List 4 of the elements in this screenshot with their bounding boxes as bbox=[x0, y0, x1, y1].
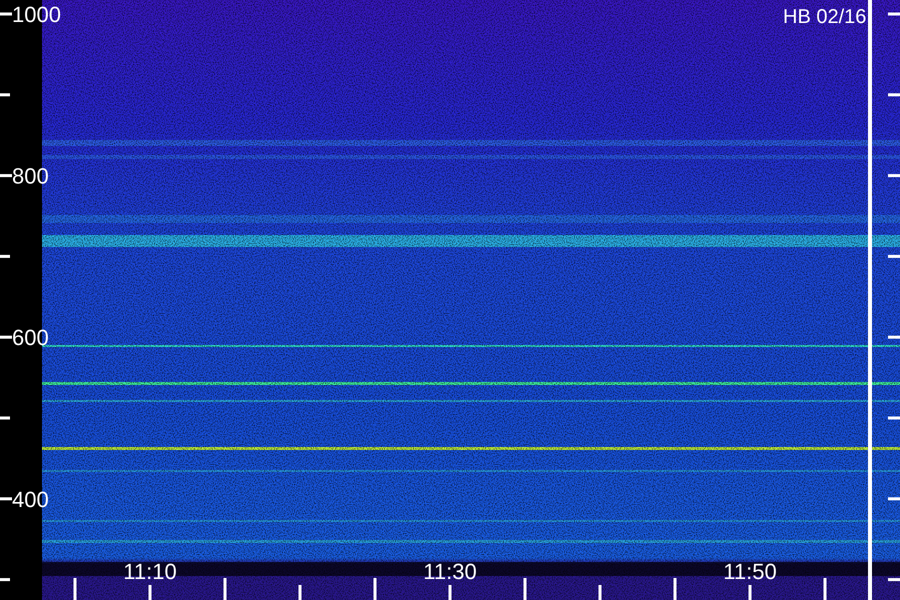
x-axis-label: 11:30 bbox=[423, 559, 477, 584]
x-axis-label: 11:50 bbox=[723, 559, 777, 584]
caption-text: HB 02/16 bbox=[783, 6, 866, 28]
x-axis-label: 11:10 bbox=[123, 559, 177, 584]
